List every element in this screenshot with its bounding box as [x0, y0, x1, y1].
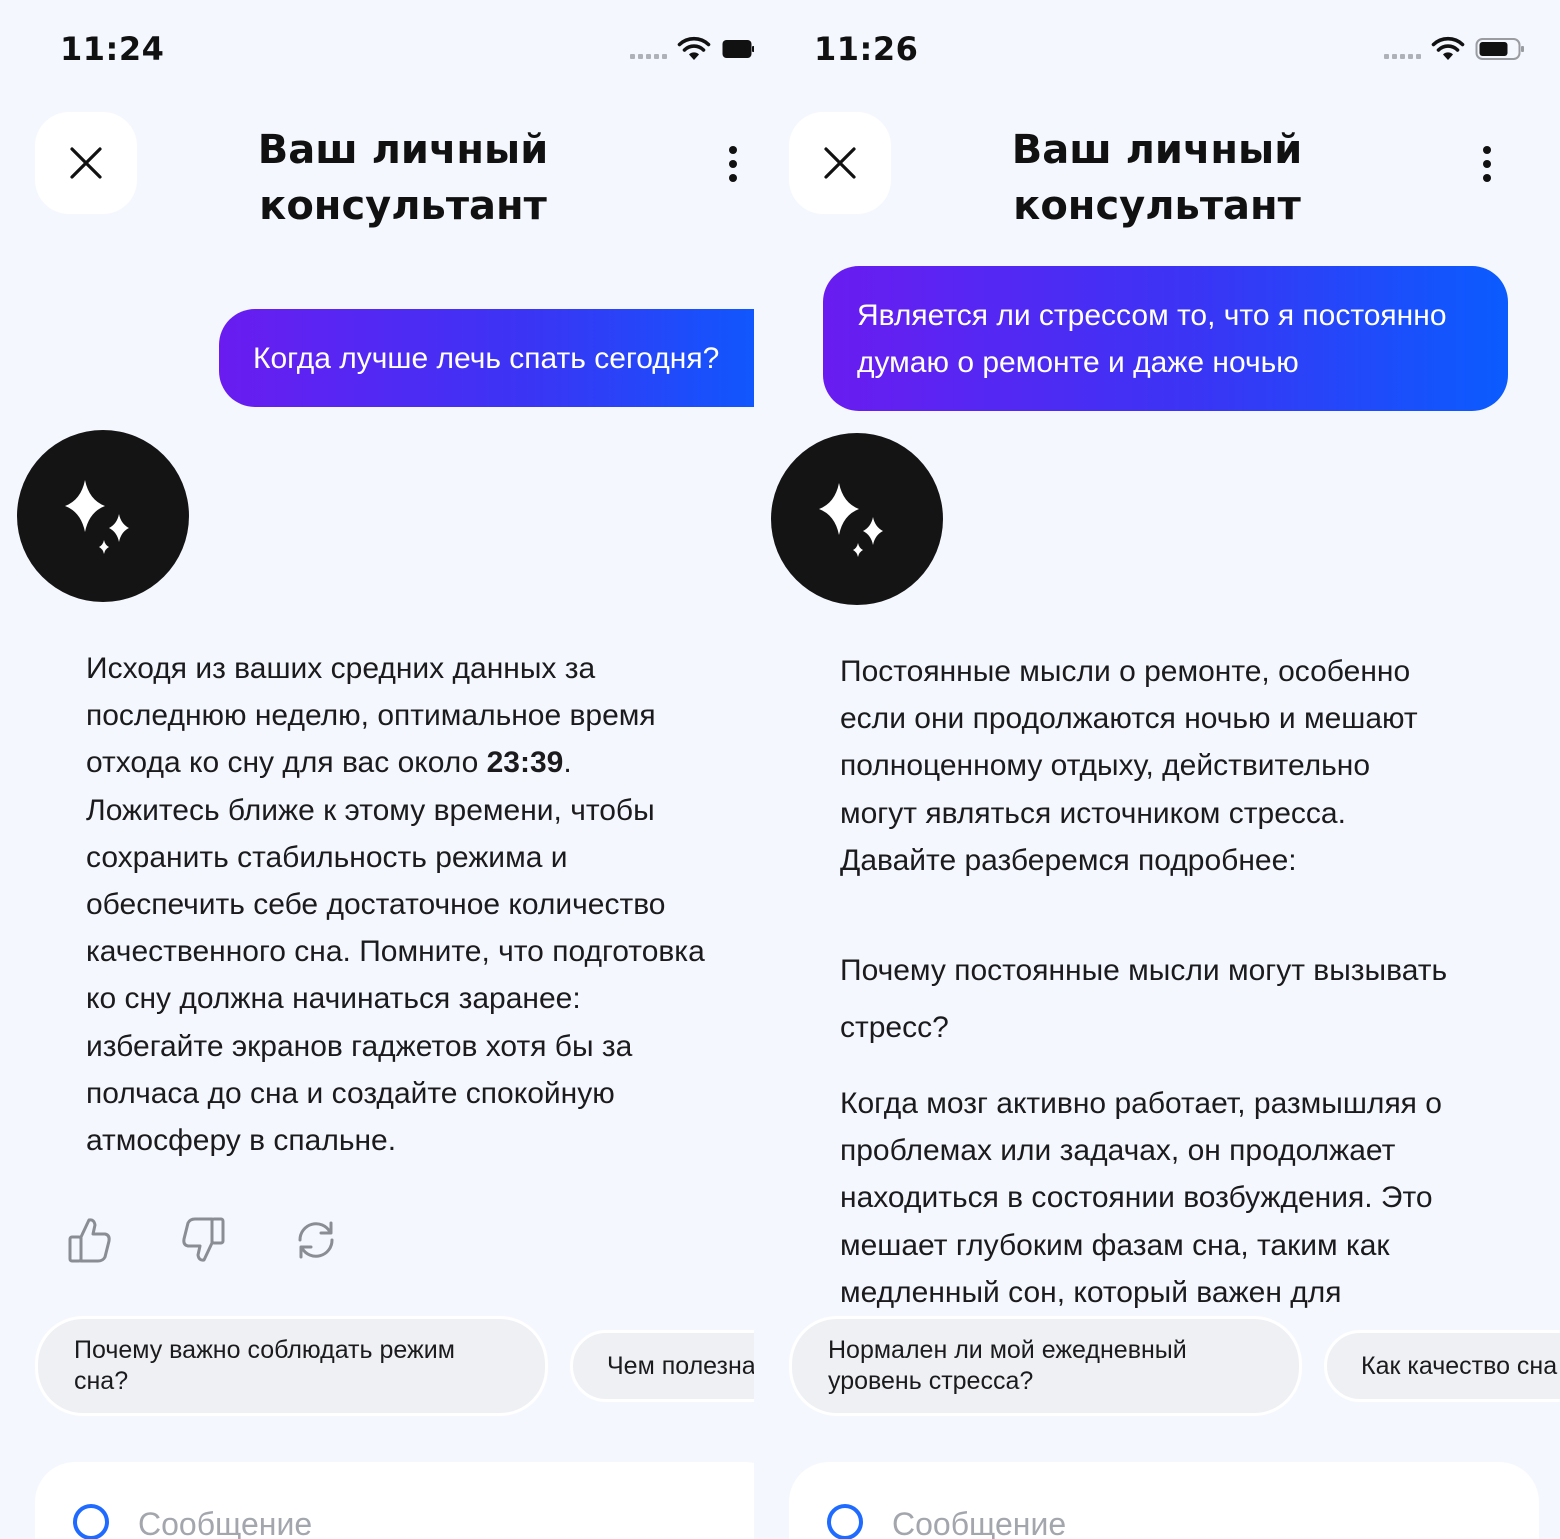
battery-icon: [722, 40, 754, 58]
close-button[interactable]: [789, 112, 891, 214]
assistant-answer: Исходя из ваших средних данных за послед…: [86, 645, 706, 1164]
more-options-button[interactable]: [1473, 142, 1501, 186]
battery-icon: [1475, 38, 1524, 60]
answer-text-continued: . Ложитесь ближе к этому времени, чтобы …: [86, 746, 705, 1158]
suggestion-chip[interactable]: Чем полезна: [570, 1330, 754, 1402]
signal-icon: [630, 39, 667, 59]
dislike-button[interactable]: [179, 1214, 227, 1266]
answer-body: Когда мозг активно работает, размышляя о…: [840, 1087, 1442, 1309]
assistant-answer: Постоянные мысли о ремонте, особенно есл…: [840, 648, 1450, 1316]
message-input-placeholder: Сообщение: [892, 1506, 1067, 1539]
close-button[interactable]: [35, 112, 137, 214]
status-icons: [1384, 36, 1525, 62]
close-icon: [70, 147, 102, 179]
sparkles-icon: [819, 483, 883, 557]
message-composer[interactable]: Сообщение: [35, 1462, 754, 1539]
chat-screen-left: 11:24 Ваш личный консультант Когда лучше…: [0, 0, 754, 1539]
answer-heading: Почему постоянные мысли могут вызывать с…: [840, 954, 1448, 1045]
sparkles-icon: [65, 480, 129, 554]
assistant-avatar: [17, 430, 189, 602]
lightbulb-icon: [73, 1504, 109, 1539]
suggestion-chip[interactable]: Как качество сна: [1324, 1330, 1560, 1402]
suggestion-chips: Почему важно соблюдать режим сна? Чем по…: [35, 1316, 754, 1416]
user-message-bubble: Когда лучше лечь спать сегодня?: [219, 309, 754, 407]
refresh-icon: [298, 1221, 334, 1259]
message-composer[interactable]: Сообщение: [789, 1462, 1539, 1539]
chat-screen-right: 11:26 Ваш личный консультант Является ли…: [754, 0, 1560, 1539]
answer-intro: Постоянные мысли о ремонте, особенно есл…: [840, 655, 1418, 877]
like-button[interactable]: [66, 1214, 114, 1266]
suggestion-chip[interactable]: Нормален ли мой ежедневный уровень стрес…: [789, 1316, 1302, 1416]
signal-icon: [1384, 39, 1421, 59]
close-icon: [824, 147, 856, 179]
scroll-fade: [754, 1432, 1560, 1462]
regenerate-button[interactable]: [292, 1214, 340, 1266]
status-time: 11:26: [814, 30, 919, 68]
assistant-avatar: [771, 433, 943, 605]
thumbs-up-icon: [68, 1218, 111, 1263]
suggestion-chip[interactable]: Почему важно соблюдать режим сна?: [35, 1316, 548, 1416]
lightbulb-icon: [827, 1504, 863, 1539]
wifi-icon: [677, 36, 711, 60]
feedback-actions: [66, 1214, 340, 1266]
status-icons: [630, 36, 754, 62]
bedtime-value: 23:39: [486, 746, 564, 780]
status-time: 11:24: [60, 30, 165, 68]
page-title: Ваш личный консультант: [1011, 127, 1303, 229]
suggestion-chips: Нормален ли мой ежедневный уровень стрес…: [789, 1316, 1560, 1416]
page-title: Ваш личный консультант: [257, 127, 549, 229]
thumbs-down-icon: [182, 1217, 225, 1262]
user-message-bubble: Является ли стрессом то, что я постоянно…: [823, 266, 1508, 411]
wifi-icon: [1431, 36, 1465, 60]
more-options-button[interactable]: [719, 142, 747, 186]
message-input-placeholder: Сообщение: [138, 1506, 313, 1539]
